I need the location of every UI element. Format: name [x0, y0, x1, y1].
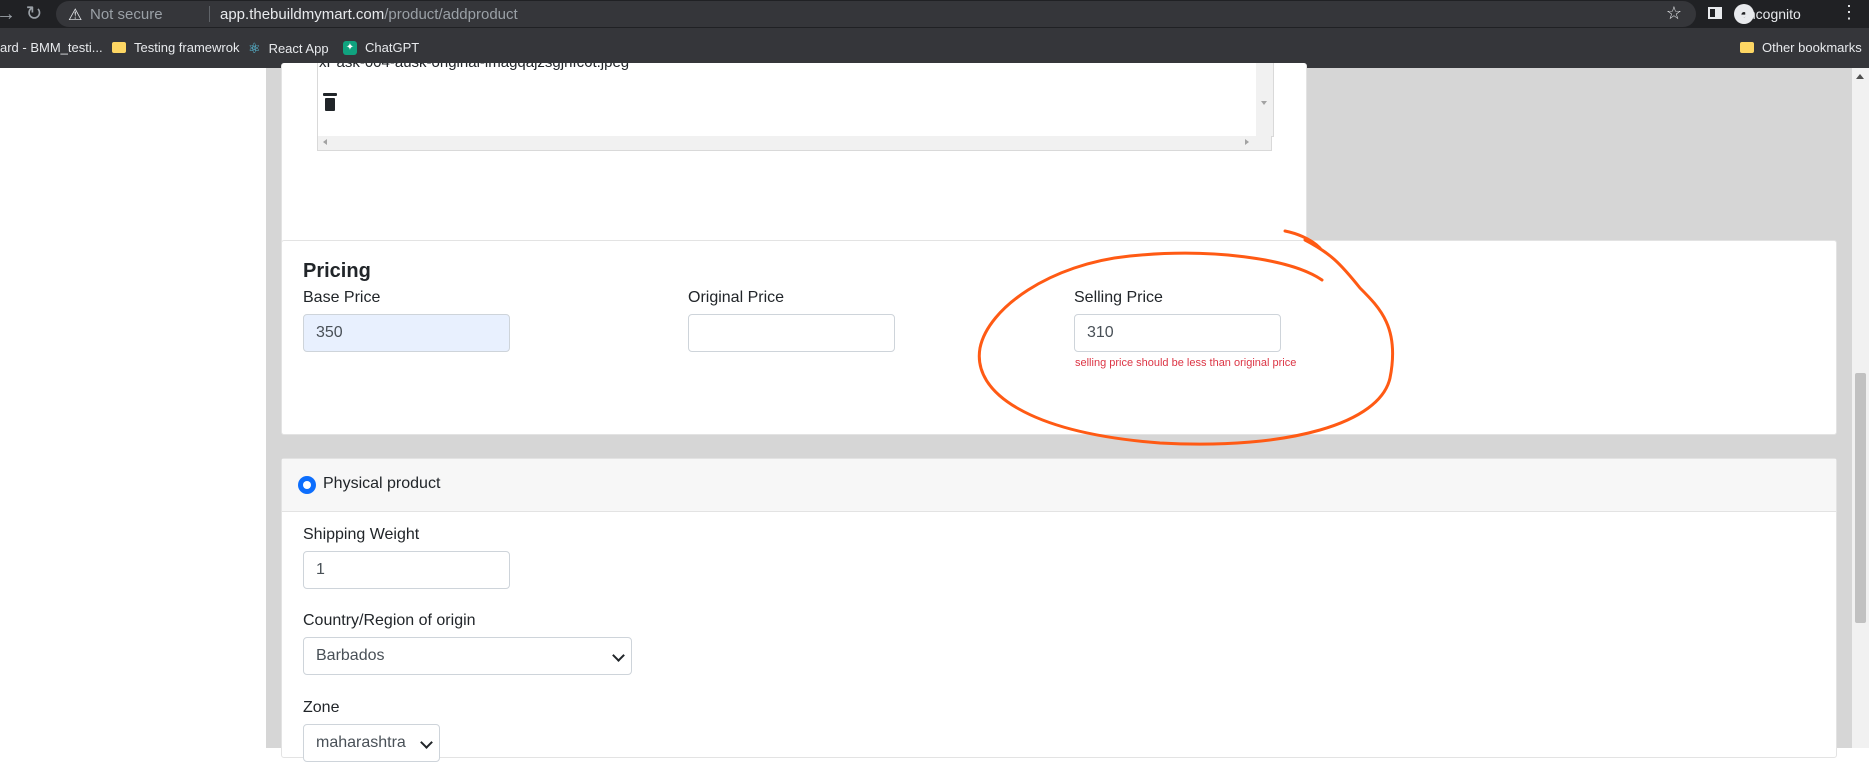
- trash-icon[interactable]: [323, 93, 337, 111]
- country-selected-value: Barbados: [316, 647, 385, 664]
- physical-product-card: Physical product Shipping Weight 1 Count…: [281, 458, 1837, 762]
- physical-product-label: Physical product: [323, 475, 441, 492]
- original-price-label: Original Price: [688, 289, 785, 306]
- image-upload-card: xPask-004-ausk-original-imagqajzsgjnfc6t…: [281, 63, 1307, 258]
- address-bar[interactable]: ⚠ Not secure app.thebuildmymart.com/prod…: [56, 1, 1696, 27]
- country-select[interactable]: Barbados: [303, 637, 632, 675]
- security-status: Not secure: [90, 6, 163, 23]
- scrollbar-thumb[interactable]: [1855, 373, 1866, 623]
- country-label: Country/Region of origin: [303, 612, 476, 629]
- side-panel-icon[interactable]: [1708, 7, 1722, 19]
- base-price-label: Base Price: [303, 289, 381, 306]
- chatgpt-icon: ✦: [343, 40, 357, 55]
- bookmark-item[interactable]: ✦ ChatGPT: [343, 40, 419, 55]
- uploaded-files-box: xPask-004-ausk-original-imagqajzsgjnfc6t…: [317, 63, 1274, 137]
- react-icon: ⚛: [248, 40, 261, 56]
- browser-toolbar: → ↻ ⚠ Not secure app.thebuildmymart.com/…: [0, 0, 1869, 28]
- incognito-label: Incognito: [1744, 6, 1801, 22]
- scroll-up-icon[interactable]: [1856, 74, 1864, 79]
- bookmark-label: React App: [268, 41, 329, 56]
- scroll-left-icon[interactable]: [323, 139, 327, 145]
- physical-product-radio[interactable]: [298, 476, 316, 494]
- shipping-weight-input[interactable]: 1: [303, 551, 510, 589]
- bookmark-star-icon[interactable]: ☆: [1666, 3, 1682, 24]
- original-price-input[interactable]: [688, 314, 895, 352]
- bookmark-label: ard - BMM_testi...: [0, 40, 103, 55]
- chevron-down-icon: [612, 649, 625, 662]
- other-bookmarks[interactable]: Other bookmarks: [1740, 40, 1862, 55]
- incognito-indicator[interactable]: ◓ Incognito: [1734, 0, 1801, 28]
- zone-selected-value: maharashtra: [316, 734, 406, 751]
- pricing-title: Pricing: [303, 260, 371, 282]
- folder-icon: [112, 42, 126, 53]
- bookmark-item[interactable]: ⚛ React App: [248, 40, 329, 57]
- chevron-down-icon: [420, 736, 433, 749]
- shipping-weight-label: Shipping Weight: [303, 526, 420, 543]
- scroll-right-icon[interactable]: [1245, 139, 1249, 145]
- bookmarks-bar: ard - BMM_testi... Testing framewrok ⚛ R…: [0, 28, 1869, 68]
- other-bookmarks-label: Other bookmarks: [1762, 40, 1862, 55]
- bookmark-item[interactable]: ard - BMM_testi...: [0, 40, 103, 55]
- selling-price-input[interactable]: 310: [1074, 314, 1281, 352]
- vertical-scrollbar[interactable]: [1256, 63, 1273, 136]
- scroll-down-icon[interactable]: [1261, 101, 1267, 105]
- bookmark-label: ChatGPT: [365, 40, 420, 55]
- url-host: app.thebuildmymart.com: [220, 6, 385, 23]
- selling-price-error: selling price should be less than origin…: [1075, 357, 1297, 369]
- reload-icon[interactable]: ↻: [22, 2, 46, 26]
- divider: [209, 6, 210, 22]
- uploaded-file-name: xPask-004-ausk-original-imagqajzsgjnfc6t…: [319, 63, 629, 71]
- zone-select[interactable]: maharashtra: [303, 724, 440, 762]
- physical-product-header: Physical product: [282, 459, 1836, 512]
- base-price-input[interactable]: 350: [303, 314, 510, 352]
- folder-icon: [1740, 42, 1754, 53]
- bookmark-label: Testing framewrok: [134, 40, 240, 55]
- forward-icon[interactable]: →: [0, 2, 18, 26]
- page-viewport: xPask-004-ausk-original-imagqajzsgjnfc6t…: [0, 63, 1869, 762]
- page-scrollbar[interactable]: [1852, 68, 1869, 748]
- url-text[interactable]: app.thebuildmymart.com/product/addproduc…: [220, 6, 518, 23]
- selling-price-label: Selling Price: [1074, 289, 1163, 306]
- warning-icon: ⚠: [68, 7, 83, 24]
- zone-label: Zone: [303, 699, 340, 716]
- url-path: /product/addproduct: [384, 6, 518, 23]
- bookmark-item[interactable]: Testing framewrok: [112, 40, 239, 55]
- pricing-card: Pricing Base Price 350 Original Price Se…: [281, 240, 1837, 435]
- horizontal-scrollbar[interactable]: [317, 136, 1272, 151]
- browser-menu-icon[interactable]: ⋮: [1840, 2, 1858, 23]
